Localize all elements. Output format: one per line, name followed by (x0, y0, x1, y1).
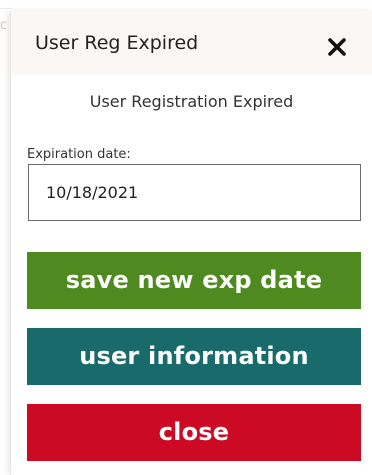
dialog-titlebar: User Reg Expired (11, 11, 372, 75)
close-x-glyph (328, 38, 346, 56)
expiration-date-label: Expiration date: (27, 147, 131, 162)
save-new-exp-date-button[interactable]: save new exp date (27, 252, 361, 309)
dialog-title: User Reg Expired (35, 32, 199, 54)
backdrop-text-fragment: c (0, 18, 8, 33)
dialog-subtitle: User Registration Expired (89, 92, 294, 111)
user-information-button[interactable]: user information (27, 328, 361, 385)
backdrop-divider (0, 8, 12, 9)
expiration-date-input[interactable] (28, 164, 361, 221)
close-button[interactable]: close (27, 404, 361, 461)
close-x-icon[interactable] (325, 35, 349, 59)
user-reg-expired-dialog: User Reg Expired User Registration Expir… (10, 11, 372, 475)
